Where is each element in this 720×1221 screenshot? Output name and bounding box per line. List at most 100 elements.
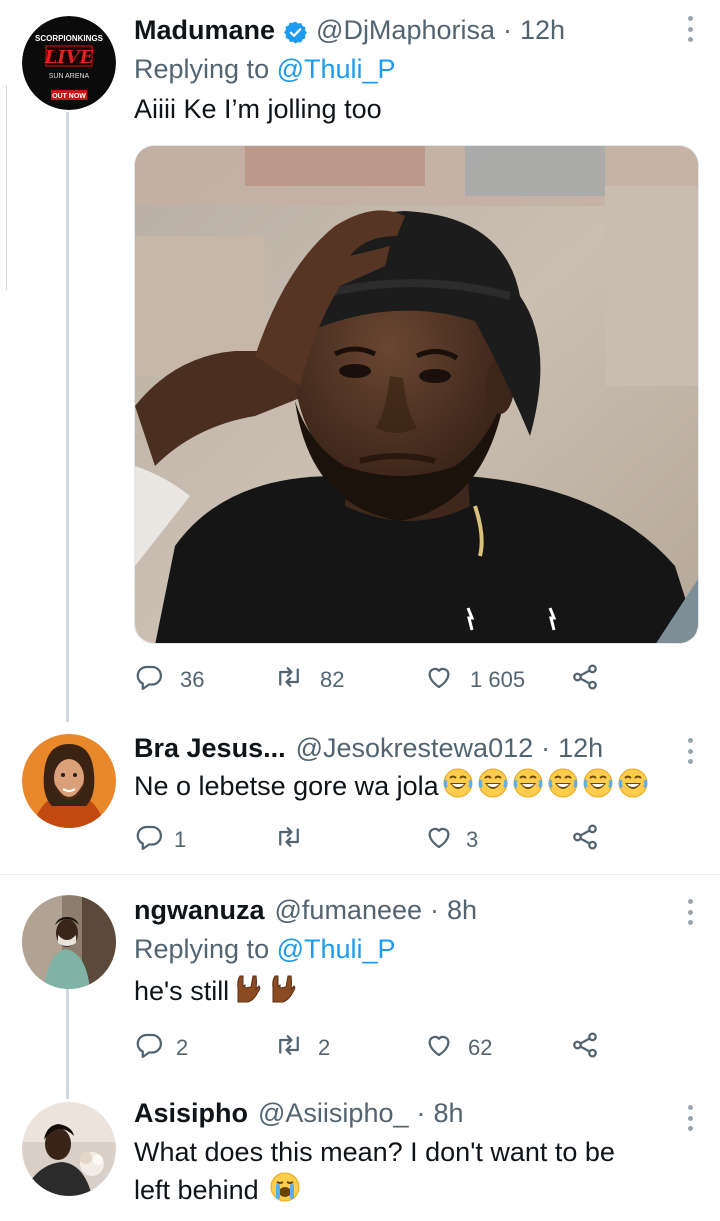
laughing-emoji: [547, 767, 579, 809]
separator-dot: ·: [541, 733, 551, 763]
like-count: 1 605: [470, 667, 526, 692]
reply-count: 1: [174, 827, 187, 852]
reply-count: 2: [176, 1035, 189, 1060]
reply-icon: [134, 1030, 164, 1066]
laughing-emoji: [512, 767, 544, 809]
like-button[interactable]: 1 605: [424, 662, 525, 698]
heart-icon: [424, 822, 454, 858]
avatar-out-now-text: OUT NOW: [52, 93, 86, 100]
laughing-emoji: [477, 767, 509, 809]
retweet-count: 82: [320, 667, 345, 692]
user-handle[interactable]: @Asiisipho_: [258, 1095, 408, 1131]
tweet-header: Madumane @DjMaphorisa · 12h: [134, 12, 700, 48]
thread-line: [66, 112, 69, 722]
avatar-brand-text: SCORPIONKINGS: [35, 34, 104, 43]
tweet-header: Asisipho @Asiisipho_ · 8h: [134, 1095, 700, 1131]
rock-hand-emoji: [267, 972, 299, 1014]
share-icon: [570, 1030, 600, 1066]
share-button[interactable]: [570, 662, 600, 698]
more-options-icon[interactable]: [678, 14, 702, 44]
replying-to: Replying to @Thuli_P: [134, 50, 700, 88]
heart-icon: [424, 1030, 454, 1066]
tweet-madumane[interactable]: SCORPIONKINGS LIVE SUN ARENA OUT NOW Mad…: [0, 0, 720, 722]
reply-button[interactable]: 1: [134, 822, 186, 858]
share-icon: [570, 662, 600, 698]
tweet-text: left behind: [134, 1175, 259, 1205]
like-count: 3: [466, 827, 479, 852]
like-button[interactable]: 62: [424, 1030, 492, 1066]
retweet-button[interactable]: 82: [274, 662, 344, 698]
like-count: 62: [468, 1035, 493, 1060]
more-options-icon[interactable]: [678, 897, 702, 927]
share-button[interactable]: [570, 1030, 600, 1066]
tweet-header: ngwanuza @fumaneee · 8h: [134, 892, 700, 928]
tweet-text-line: he's still: [134, 972, 700, 1014]
timestamp[interactable]: 12h: [520, 12, 565, 48]
mention-link[interactable]: @Thuli_P: [277, 54, 396, 84]
tweet-text: Aiiii Ke I’m jolling too: [134, 94, 382, 124]
reply-button[interactable]: 2: [134, 1030, 188, 1066]
tweet-ngwanuza[interactable]: ngwanuza @fumaneee · 8h Replying to @Thu…: [0, 875, 720, 1083]
reply-count: 36: [180, 667, 205, 692]
retweet-icon: [274, 822, 304, 858]
tweet-asisipho[interactable]: Asisipho @Asiisipho_ · 8h What does this…: [0, 1083, 720, 1221]
retweet-icon: [274, 1030, 304, 1066]
mention-link[interactable]: @Thuli_P: [277, 934, 396, 964]
retweet-count: 2: [318, 1035, 331, 1060]
retweet-button[interactable]: 2: [274, 1030, 330, 1066]
tweet-text: Ne o lebetse gore wa jola: [134, 771, 439, 801]
more-options-icon[interactable]: [678, 1103, 702, 1133]
avatar-venue-text: SUN ARENA: [49, 73, 90, 80]
timestamp[interactable]: 12h: [558, 730, 603, 766]
reply-button[interactable]: 36: [134, 662, 204, 698]
more-options-icon[interactable]: [678, 736, 702, 766]
avatar-live-text: LIVE: [44, 47, 94, 68]
tweet-actions: 1 3: [134, 822, 614, 858]
tweet-text-line-2: left behind: [134, 1171, 700, 1213]
tweet-actions: 36 82 1 605: [134, 662, 614, 698]
separator-dot: ·: [430, 895, 440, 925]
replying-to-label: Replying to: [134, 934, 270, 964]
laughing-emoji: [582, 767, 614, 809]
display-name[interactable]: Asisipho: [134, 1095, 248, 1131]
tweet-actions: 2 2 62: [134, 1030, 614, 1066]
display-name[interactable]: ngwanuza: [134, 892, 265, 928]
tweet-text: he's still: [134, 976, 230, 1006]
share-icon: [570, 822, 600, 858]
avatar[interactable]: SCORPIONKINGS LIVE SUN ARENA OUT NOW: [22, 16, 116, 110]
rock-hand-emoji: [232, 972, 264, 1014]
thread-line: [66, 1083, 69, 1099]
tweet-header: Bra Jesus... @Jesokrestewa012 · 12h: [134, 730, 700, 766]
tweet-bra-jesus[interactable]: Bra Jesus... @Jesokrestewa012 · 12h Ne o…: [0, 722, 720, 874]
share-button[interactable]: [570, 822, 600, 858]
tweet-text-line: Ne o lebetse gore wa jola: [134, 767, 700, 809]
avatar[interactable]: [22, 1102, 116, 1196]
like-button[interactable]: 3: [424, 822, 478, 858]
display-name[interactable]: Madumane: [134, 12, 275, 48]
separator-dot: ·: [416, 1098, 426, 1128]
user-handle[interactable]: @DjMaphorisa: [316, 12, 495, 48]
separator-dot: ·: [503, 15, 512, 45]
user-handle[interactable]: @Jesokrestewa012: [296, 730, 534, 766]
reply-icon: [134, 662, 164, 698]
replying-to: Replying to @Thuli_P: [134, 930, 700, 968]
timestamp[interactable]: 8h: [447, 892, 477, 928]
emoji-row: [266, 1172, 301, 1205]
retweet-button[interactable]: [274, 822, 320, 858]
timestamp[interactable]: 8h: [434, 1095, 464, 1131]
laughing-emoji: [617, 767, 649, 809]
crying-emoji: [269, 1171, 301, 1213]
reply-icon: [134, 822, 164, 858]
verified-badge-icon: [283, 18, 308, 43]
replying-to-label: Replying to: [134, 54, 270, 84]
display-name[interactable]: Bra Jesus...: [134, 730, 286, 766]
retweet-icon: [274, 662, 304, 698]
laughing-emoji: [442, 767, 474, 809]
avatar[interactable]: [22, 734, 116, 828]
tweet-text-line-1: What does this mean? I don't want to be: [134, 1137, 615, 1167]
tweet-photo[interactable]: [134, 145, 699, 644]
emoji-row: [229, 975, 299, 1006]
thread-line: [66, 985, 69, 1083]
avatar[interactable]: [22, 895, 116, 989]
user-handle[interactable]: @fumaneee: [275, 892, 423, 928]
